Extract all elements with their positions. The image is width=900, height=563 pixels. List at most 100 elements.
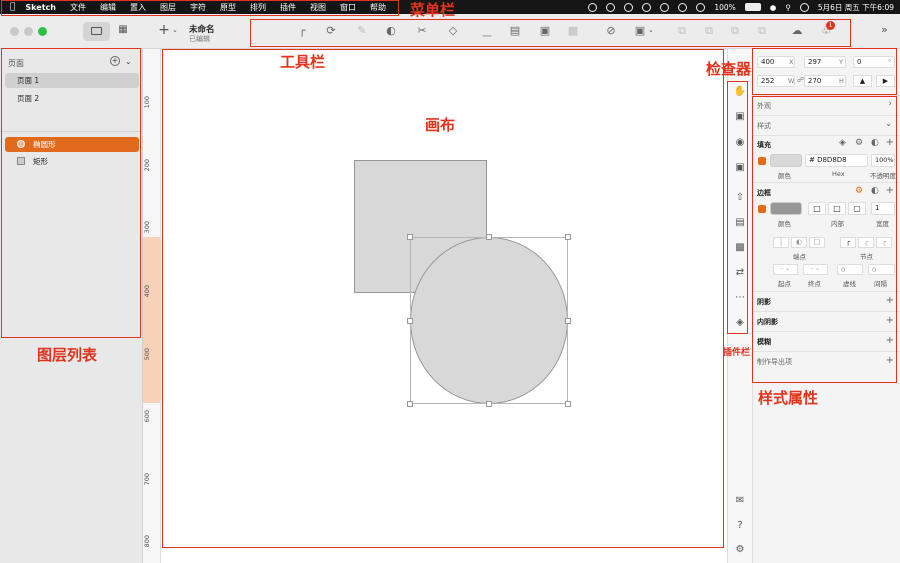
datetime[interactable]: 5月6日 周五 下午6:09: [818, 2, 894, 13]
border-enabled-checkbox[interactable]: [758, 205, 766, 213]
menu-arrange[interactable]: 排列: [250, 2, 266, 13]
help-icon[interactable]: ?: [733, 519, 747, 533]
mail-icon[interactable]: ✉: [733, 494, 747, 508]
border-inside-icon[interactable]: □: [828, 202, 846, 215]
start-arrow-select[interactable]: - ⌄: [773, 264, 798, 275]
play-icon[interactable]: [678, 2, 688, 12]
subtract-icon[interactable]: ⧉: [701, 23, 717, 39]
difference-icon[interactable]: ⧉: [754, 23, 770, 39]
add-fill-icon[interactable]: +: [886, 137, 894, 148]
border-outside-icon[interactable]: ▢: [848, 202, 866, 215]
menu-layer[interactable]: 图层: [160, 2, 176, 13]
rotate-icon[interactable]: ⟳: [323, 23, 339, 39]
components-grid-icon[interactable]: ▦: [116, 24, 130, 38]
search-icon[interactable]: ⚲: [785, 3, 791, 12]
apple-icon[interactable]: : [10, 2, 15, 12]
appearance-section[interactable]: 外观: [757, 101, 771, 111]
copy-plugin-icon[interactable]: ▩: [733, 241, 747, 255]
siri-icon[interactable]: [799, 2, 809, 12]
insert-button[interactable]: +: [157, 22, 171, 38]
settings-icon[interactable]: ⚙: [733, 543, 747, 557]
menu-window[interactable]: 窗口: [340, 2, 356, 13]
fill-enabled-checkbox[interactable]: [758, 157, 766, 165]
style-chevron-icon[interactable]: ⌄: [885, 119, 892, 128]
cloud-share-icon[interactable]: ☁: [789, 23, 805, 39]
resize-handle[interactable]: [407, 318, 413, 324]
resize-icon[interactable]: ▣: [632, 23, 648, 39]
fill-tint-icon[interactable]: ◐: [871, 138, 879, 148]
add-blur-icon[interactable]: +: [886, 335, 894, 346]
resize-chevron-icon[interactable]: ⌄: [648, 26, 654, 34]
export-plugin-icon[interactable]: ⇧: [733, 191, 747, 205]
collapse-pages-icon[interactable]: ⌄: [125, 57, 132, 66]
palette-plugin-icon[interactable]: ◉: [733, 136, 747, 150]
border-tint-icon[interactable]: ◐: [871, 186, 879, 196]
fill-styles-icon[interactable]: ◈: [839, 138, 846, 148]
join-miter-icon[interactable]: ┌: [840, 237, 856, 248]
group-icon[interactable]: ▩: [565, 23, 581, 39]
border-center-icon[interactable]: □: [808, 202, 826, 215]
intersect-icon[interactable]: ⧉: [727, 23, 743, 39]
resize-handle[interactable]: [565, 318, 571, 324]
resize-handle[interactable]: [486, 401, 492, 407]
clock-icon[interactable]: [642, 2, 652, 12]
flatten-icon[interactable]: ◇: [445, 23, 461, 39]
union-icon[interactable]: ⧉: [674, 23, 690, 39]
wifi-icon[interactable]: ●: [770, 3, 777, 12]
resize-handle[interactable]: [565, 234, 571, 240]
menu-plugins[interactable]: 插件: [280, 2, 296, 13]
frame-icon[interactable]: ▣: [537, 23, 553, 39]
border-color-swatch[interactable]: [770, 202, 802, 215]
layers-plugin-icon[interactable]: ◈: [733, 316, 747, 330]
cap-round-icon[interactable]: ◐: [791, 237, 807, 248]
menu-view[interactable]: 视图: [310, 2, 326, 13]
join-bevel-icon[interactable]: ┌: [876, 237, 892, 248]
more-plugin-icon[interactable]: ⋯: [733, 291, 747, 305]
swap-plugin-icon[interactable]: ⇄: [733, 266, 747, 280]
expand-toolbar-icon[interactable]: »: [881, 23, 888, 36]
menu-help[interactable]: 帮助: [370, 2, 386, 13]
layer-item-rectangle[interactable]: 矩形: [5, 154, 139, 169]
resize-handle[interactable]: [486, 234, 492, 240]
cloud-icon[interactable]: [606, 2, 616, 12]
battery-icon[interactable]: [744, 3, 761, 11]
target-icon[interactable]: [696, 2, 706, 12]
scissors-icon[interactable]: ✂: [414, 23, 430, 39]
layout-plugin-icon[interactable]: ▤: [733, 216, 747, 230]
create-symbol-icon[interactable]: ┌: [294, 23, 310, 39]
add-border-icon[interactable]: +: [886, 185, 894, 196]
join-round-icon[interactable]: ╭: [858, 237, 874, 248]
record-icon[interactable]: [660, 2, 670, 12]
cap-butt-icon[interactable]: │: [773, 237, 789, 248]
fill-opacity-field[interactable]: 100%: [871, 154, 895, 167]
export-section[interactable]: 制作导出项: [757, 357, 792, 367]
hide-icon[interactable]: ⊘: [603, 23, 619, 39]
menu-insert[interactable]: 置入: [130, 2, 146, 13]
zoom-window-button[interactable]: [38, 27, 47, 36]
chevron-down-icon[interactable]: ⌄: [172, 26, 178, 34]
fill-color-swatch[interactable]: [770, 154, 802, 167]
minimize-window-button[interactable]: [24, 27, 33, 36]
page-item-2[interactable]: 页面 2: [5, 91, 139, 106]
fill-settings-icon[interactable]: ⚙: [855, 138, 863, 148]
menu-prototype[interactable]: 原型: [220, 2, 236, 13]
align-bottom-icon[interactable]: ▁: [479, 23, 495, 39]
border-settings-icon[interactable]: ⚙: [855, 186, 863, 196]
mask-icon[interactable]: ◐: [383, 23, 399, 39]
cap-square-icon[interactable]: □: [809, 237, 825, 248]
end-arrow-select[interactable]: - ⌄: [803, 264, 828, 275]
creative-cloud-icon[interactable]: [624, 2, 634, 12]
close-window-button[interactable]: [10, 27, 19, 36]
menu-edit[interactable]: 编辑: [100, 2, 116, 13]
shadow-section[interactable]: 阴影: [757, 297, 771, 307]
flip-horizontal-icon[interactable]: ▲: [853, 75, 872, 87]
menu-file[interactable]: 文件: [70, 2, 86, 13]
dash-field[interactable]: 0: [837, 264, 863, 275]
flip-vertical-icon[interactable]: ▶: [876, 75, 895, 87]
style-section[interactable]: 样式: [757, 121, 771, 131]
fill-hex-field[interactable]: # D8D8D8: [805, 154, 868, 167]
add-page-icon[interactable]: +: [110, 56, 120, 66]
inner-shadow-section[interactable]: 内阴影: [757, 317, 778, 327]
add-inner-shadow-icon[interactable]: +: [886, 315, 894, 326]
border-width-field[interactable]: 1: [871, 202, 895, 215]
